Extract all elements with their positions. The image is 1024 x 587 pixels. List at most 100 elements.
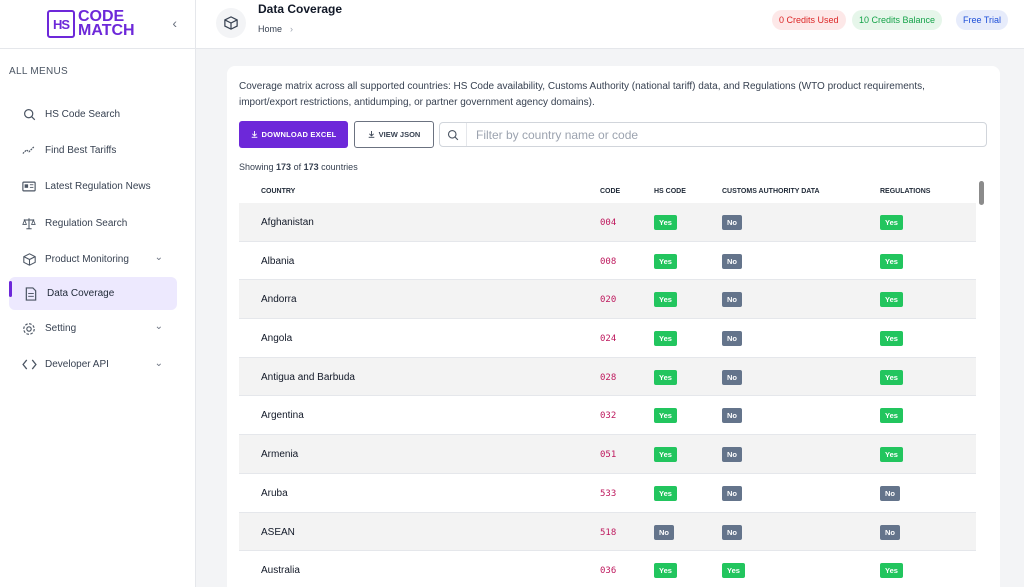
logo-line-2: MATCH [78, 22, 135, 39]
chevron-right-icon: › [290, 24, 294, 34]
scale-icon [21, 215, 37, 231]
search-icon [21, 106, 37, 122]
regulations-badge: Yes [880, 447, 903, 463]
collapse-sidebar-icon[interactable]: ‹ [172, 15, 177, 31]
country-code: 518 [600, 527, 617, 538]
page-title: Data Coverage [258, 2, 343, 16]
document-icon [23, 286, 39, 302]
menu-heading: ALL MENUS [9, 66, 69, 77]
country-filter-input[interactable] [467, 127, 967, 142]
country-name: Armenia [261, 449, 299, 461]
sidebar-item-label: HS Code Search [45, 108, 121, 120]
sidebar-item-data-coverage[interactable]: Data Coverage [9, 277, 177, 311]
credits-used-badge: 0 Credits Used [772, 10, 846, 30]
showing-prefix: Showing [239, 162, 274, 172]
country-name: Australia [261, 565, 300, 577]
table-row[interactable]: Aruba 533 Yes No No [239, 474, 976, 513]
country-code: 032 [600, 411, 617, 422]
column-header-hs-code[interactable]: HS CODE [654, 188, 686, 195]
customs-badge: No [722, 524, 742, 540]
showing-suffix: countries [321, 162, 358, 172]
table-row[interactable]: Antigua and Barbuda 028 Yes No Yes [239, 357, 976, 397]
download-excel-label: DOWNLOAD EXCEL [261, 130, 337, 139]
table-row[interactable]: Australia 036 Yes Yes Yes [239, 551, 976, 587]
sidebar-item-product-monitoring[interactable]: Product Monitoring ⌄ [0, 241, 195, 277]
regulations-badge: Yes [880, 408, 903, 424]
breadcrumb: Home › [258, 24, 293, 34]
coverage-description: Coverage matrix across all supported cou… [239, 81, 925, 108]
app-logo[interactable]: HS CODE MATCH [47, 9, 135, 39]
table-row[interactable]: Argentina 032 Yes No Yes [239, 396, 976, 436]
table-row[interactable]: Albania 008 Yes No Yes [239, 242, 976, 281]
sidebar-item-developer-api[interactable]: Developer API ⌄ [0, 347, 195, 383]
sidebar-item-regulation-search[interactable]: Regulation Search [0, 205, 195, 241]
customs-badge: No [722, 215, 742, 230]
customs-badge: No [722, 292, 742, 308]
package-icon [216, 8, 246, 38]
customs-badge: Yes [722, 563, 745, 579]
country-name: Afghanistan [261, 217, 314, 228]
customs-badge: No [722, 485, 742, 501]
download-excel-button[interactable]: DOWNLOAD EXCEL [239, 121, 348, 148]
chevron-down-icon: ⌄ [154, 321, 163, 333]
sidebar-item-latest-regulation-news[interactable]: Latest Regulation News [0, 169, 195, 205]
sidebar-item-label: Setting [45, 323, 77, 335]
country-name: ASEAN [261, 526, 295, 538]
table-row[interactable]: ASEAN 518 No No No [239, 512, 976, 552]
hs-code-badge: Yes [654, 331, 677, 347]
showing-total: 173 [303, 162, 319, 172]
hs-code-badge: Yes [654, 369, 677, 385]
breadcrumb-home[interactable]: Home [258, 24, 282, 34]
regulations-badge: No [880, 524, 900, 540]
regulations-badge: No [880, 485, 900, 501]
page-header: Data Coverage Home › 0 Credits Used 10 Cr… [196, 0, 1024, 49]
column-header-customs[interactable]: CUSTOMS AUTHORITY DATA [722, 188, 820, 195]
sidebar-item-label: Developer API [45, 359, 109, 371]
table-scrollbar[interactable] [978, 181, 985, 587]
column-header-code[interactable]: CODE [600, 188, 620, 195]
hs-code-badge: Yes [654, 563, 677, 579]
country-name: Andorra [261, 294, 297, 306]
country-filter [439, 122, 987, 147]
chevron-down-icon: ⌄ [154, 252, 163, 264]
sidebar-item-find-best-tariffs[interactable]: Find Best Tariffs [0, 132, 195, 168]
credits-balance-badge: 10 Credits Balance [852, 10, 943, 30]
logo-mark: HS [47, 10, 75, 38]
sidebar-item-label: Find Best Tariffs [45, 144, 117, 156]
regulations-badge: Yes [880, 292, 903, 308]
country-name: Albania [261, 255, 295, 267]
hs-code-badge: Yes [654, 215, 677, 230]
sidebar-item-label: Regulation Search [45, 217, 128, 229]
country-code: 036 [600, 566, 617, 577]
table-header: COUNTRY CODE HS CODE CUSTOMS AUTHORITY D… [239, 181, 976, 203]
sidebar-item-label: Data Coverage [47, 288, 115, 300]
hs-code-badge: Yes [654, 447, 677, 463]
country-code: 004 [600, 218, 617, 228]
sidebar-item-setting[interactable]: Setting ⌄ [0, 310, 195, 346]
column-header-country[interactable]: COUNTRY [261, 188, 295, 195]
customs-badge: No [722, 408, 742, 424]
coverage-card: Coverage matrix across all supported cou… [227, 66, 1000, 587]
customs-badge: No [722, 369, 742, 385]
showing-count: 173 [276, 162, 292, 172]
sidebar-item-hs-code-search[interactable]: HS Code Search [0, 96, 195, 132]
view-json-label: VIEW JSON [378, 130, 421, 139]
gear-icon [21, 321, 37, 337]
plan-badge[interactable]: Free Trial [956, 10, 1009, 30]
country-code: 051 [600, 450, 617, 461]
showing-of: of [293, 162, 302, 172]
chevron-down-icon: ⌄ [154, 357, 163, 369]
regulations-badge: Yes [880, 331, 903, 347]
table-row[interactable]: Angola 024 Yes No Yes [239, 319, 976, 358]
download-icon [368, 131, 374, 138]
country-name: Antigua and Barbuda [261, 371, 355, 383]
view-json-button[interactable]: VIEW JSON [354, 121, 434, 148]
regulations-badge: Yes [880, 215, 903, 230]
table-row[interactable]: Andorra 020 Yes No Yes [239, 280, 976, 320]
scrollbar-thumb[interactable] [979, 181, 984, 205]
table-row[interactable]: Afghanistan 004 Yes No Yes [239, 203, 976, 242]
column-header-regulations[interactable]: REGULATIONS [880, 188, 930, 195]
hs-code-badge: Yes [654, 408, 677, 424]
table-row[interactable]: Armenia 051 Yes No Yes [239, 435, 976, 474]
sidebar: HS CODE MATCH ‹ ALL MENUS HS Code Search… [0, 0, 196, 587]
